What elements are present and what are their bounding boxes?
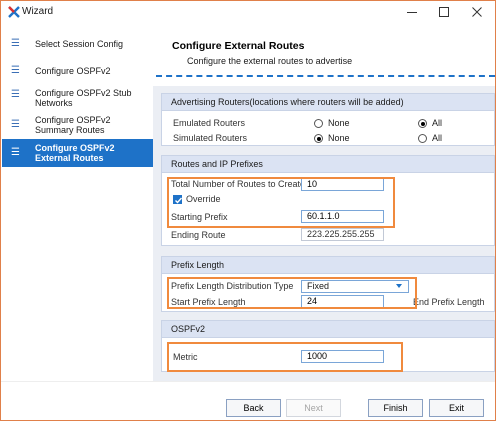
group-title: Routes and IP Prefixes [171, 159, 263, 169]
sidebar-item-label: Configure OSPFv2 Summary Routes [35, 115, 111, 135]
wizard-window: Wizard ☰ Select Session Config ☰ Configu… [0, 0, 496, 421]
dropdown-value: Fixed [307, 281, 330, 291]
starting-prefix-label: Starting Prefix [171, 212, 228, 222]
next-button[interactable]: Next [286, 399, 341, 417]
advertising-routers-group: Advertising Routers(locations where rout… [161, 93, 495, 146]
emulated-none-radio[interactable] [314, 119, 323, 128]
close-icon [472, 7, 482, 17]
simulated-none-radio[interactable] [314, 134, 323, 143]
emulated-all-label: All [432, 118, 443, 128]
group-title: OSPFv2 [171, 324, 206, 334]
prefix-dist-type-label: Prefix Length Distribution Type [171, 281, 294, 291]
override-checkbox[interactable] [173, 195, 183, 204]
exit-button[interactable]: Exit [429, 399, 484, 417]
emulated-all-radio[interactable] [418, 119, 427, 128]
menu-icon: ☰ [11, 38, 20, 49]
maximize-button[interactable] [429, 3, 459, 21]
settings-panel[interactable]: Advertising Routers(locations where rout… [153, 86, 495, 381]
close-button[interactable] [462, 3, 492, 21]
sidebar-item-label: Select Session Config [35, 39, 124, 49]
minimize-button[interactable] [397, 3, 427, 21]
simulated-none-label: None [328, 133, 350, 143]
total-routes-input[interactable]: 10 [301, 178, 384, 191]
sidebar-item-select-session-config[interactable]: ☰ Select Session Config [2, 34, 153, 54]
chevron-down-icon [396, 284, 402, 288]
emulated-routers-label: Emulated Routers [173, 118, 246, 128]
menu-icon: ☰ [11, 119, 20, 130]
x-logo-icon [8, 6, 20, 18]
sidebar-item-summary-routes[interactable]: ☰ Configure OSPFv2 Summary Routes [2, 112, 153, 138]
start-prefix-length-label: Start Prefix Length [171, 297, 246, 307]
ending-route-field: 223.225.255.255 [301, 228, 384, 241]
menu-icon: ☰ [11, 65, 20, 76]
wizard-footer: Back Next Finish Exit [1, 381, 495, 420]
ospfv2-group: OSPFv2 Metric 1000 [161, 320, 495, 372]
start-prefix-length-input[interactable]: 24 [301, 295, 384, 308]
group-header: Prefix Length [162, 257, 494, 274]
finish-button[interactable]: Finish [368, 399, 423, 417]
simulated-routers-label: Simulated Routers [173, 133, 248, 143]
group-header: Routes and IP Prefixes [162, 156, 494, 173]
back-button[interactable]: Back [226, 399, 281, 417]
title-bar: Wizard [1, 1, 495, 24]
minimize-icon [407, 12, 417, 13]
wizard-content: Configure External Routes Configure the … [153, 28, 495, 381]
group-title: Prefix Length [171, 260, 225, 270]
header-divider [156, 75, 495, 77]
sidebar-item-label: Configure OSPFv2 [35, 66, 111, 76]
sidebar-item-external-routes[interactable]: ☰ Configure OSPFv2 External Routes [2, 139, 153, 167]
simulated-all-radio[interactable] [418, 134, 427, 143]
prefix-dist-type-dropdown[interactable]: Fixed [301, 280, 409, 293]
simulated-all-label: All [432, 133, 443, 143]
wizard-sidebar: ☰ Select Session Config ☰ Configure OSPF… [2, 28, 153, 381]
sidebar-item-label: Configure OSPFv2 Stub Networks [35, 88, 132, 108]
group-title: Advertising Routers(locations where rout… [171, 97, 404, 107]
page-title: Configure External Routes [172, 40, 305, 52]
maximize-icon [439, 7, 449, 17]
window-title: Wizard [22, 6, 54, 17]
sidebar-item-stub-networks[interactable]: ☰ Configure OSPFv2 Stub Networks [2, 86, 153, 110]
total-routes-label: Total Number of Routes to Create [171, 179, 306, 189]
sidebar-item-configure-ospfv2[interactable]: ☰ Configure OSPFv2 [2, 61, 153, 81]
group-header: Advertising Routers(locations where rout… [162, 94, 494, 111]
prefix-length-group: Prefix Length Prefix Length Distribution… [161, 256, 495, 312]
override-label: Override [186, 194, 221, 204]
menu-icon: ☰ [11, 147, 20, 158]
metric-input[interactable]: 1000 [301, 350, 384, 363]
page-subtitle: Configure the external routes to adverti… [187, 56, 353, 66]
end-prefix-length-label: End Prefix Length [413, 297, 485, 307]
metric-label: Metric [173, 352, 198, 362]
sidebar-item-label: Configure OSPFv2 External Routes [35, 143, 115, 163]
routes-group: Routes and IP Prefixes Total Number of R… [161, 155, 495, 246]
emulated-none-label: None [328, 118, 350, 128]
menu-icon: ☰ [11, 89, 20, 100]
checkmark-icon [175, 197, 183, 204]
group-header: OSPFv2 [162, 321, 494, 338]
starting-prefix-input[interactable]: 60.1.1.0 [301, 210, 384, 223]
ending-route-label: Ending Route [171, 230, 226, 240]
